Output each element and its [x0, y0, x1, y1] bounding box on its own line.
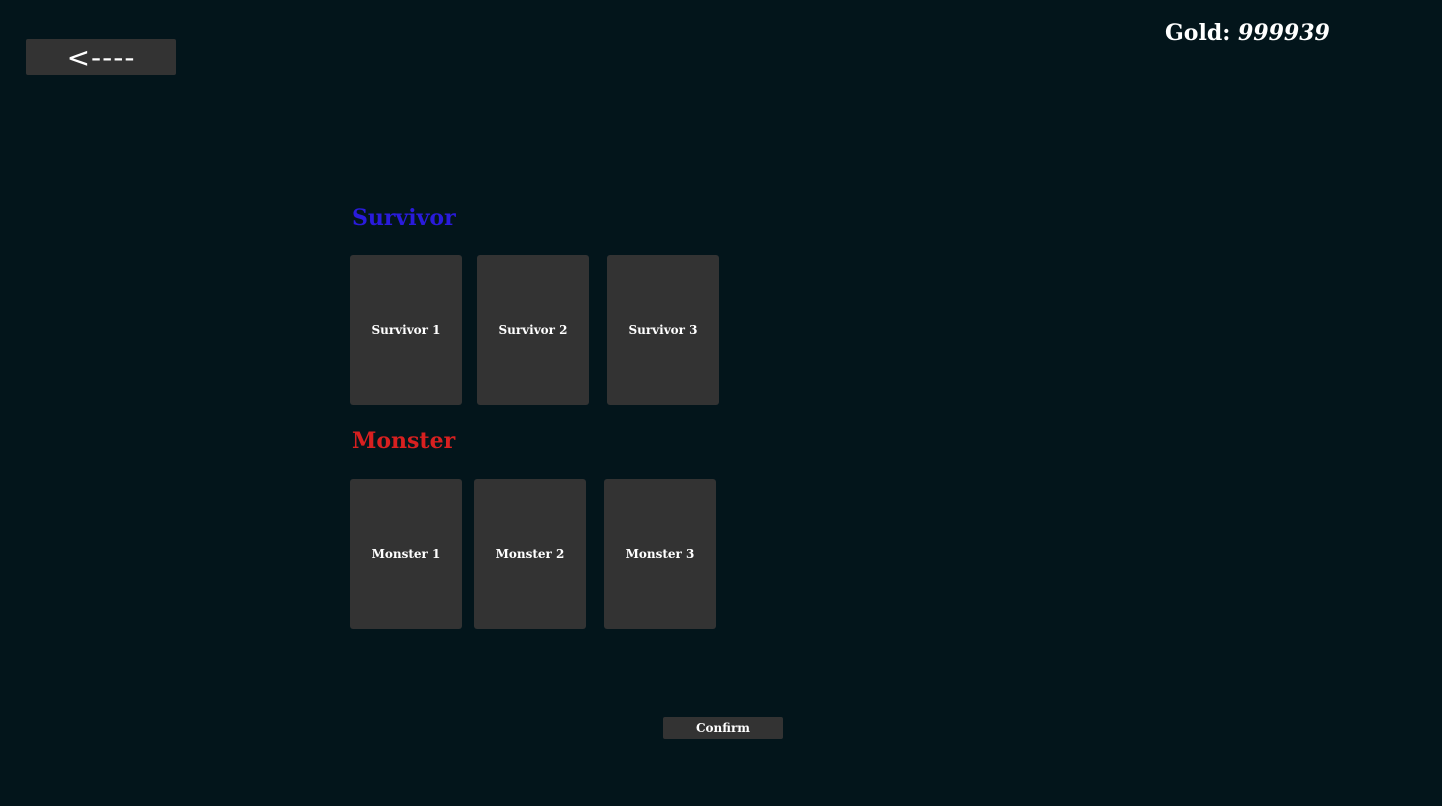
card-label: Survivor 3 — [628, 323, 698, 337]
card-label: Survivor 2 — [498, 323, 568, 337]
monster-card-2[interactable]: Monster 2 — [474, 479, 586, 629]
monster-card-1[interactable]: Monster 1 — [350, 479, 462, 629]
gold-display: Gold: 999939 — [1165, 20, 1330, 46]
card-label: Monster 2 — [495, 547, 565, 561]
survivor-card-2[interactable]: Survivor 2 — [477, 255, 589, 405]
card-label: Monster 1 — [371, 547, 441, 561]
card-label: Survivor 1 — [371, 323, 441, 337]
monster-section-title: Monster — [352, 428, 456, 454]
back-button[interactable]: <---- — [26, 39, 176, 75]
survivor-card-3[interactable]: Survivor 3 — [607, 255, 719, 405]
gold-label: Gold: — [1165, 20, 1231, 46]
card-label: Monster 3 — [625, 547, 695, 561]
monster-card-3[interactable]: Monster 3 — [604, 479, 716, 629]
gold-value: 999939 — [1238, 20, 1330, 46]
confirm-button[interactable]: Confirm — [663, 717, 783, 739]
survivor-section-title: Survivor — [352, 205, 456, 231]
survivor-card-1[interactable]: Survivor 1 — [350, 255, 462, 405]
